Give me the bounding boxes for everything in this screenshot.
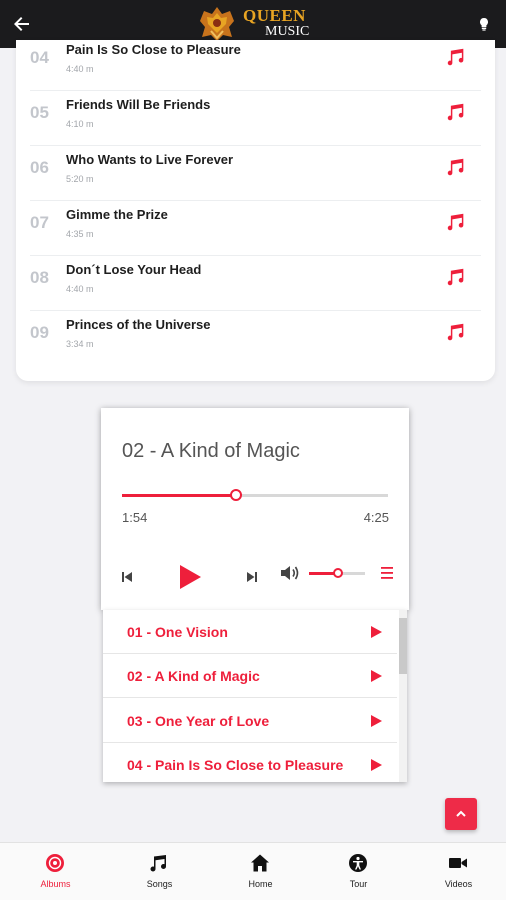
music-note-icon[interactable] xyxy=(445,46,467,68)
seek-bar-progress xyxy=(122,494,237,497)
track-number: 08 xyxy=(30,268,49,287)
playlist-menu-icon[interactable] xyxy=(380,566,394,580)
track-duration: 4:35 m xyxy=(66,229,94,239)
album-tracklist-card: 04 Pain Is So Close to Pleasure 4:40 m 0… xyxy=(16,40,495,381)
track-duration: 4:40 m xyxy=(66,284,94,294)
nav-songs[interactable]: Songs xyxy=(109,843,210,900)
playlist-item-label: 01 - One Vision xyxy=(127,624,228,640)
playlist-item[interactable]: 03 - One Year of Love xyxy=(103,699,397,743)
volume-icon[interactable] xyxy=(280,565,300,581)
nav-label: Home xyxy=(248,879,273,889)
track-duration: 4:10 m xyxy=(66,119,94,129)
track-title: Gimme the Prize xyxy=(66,207,168,222)
volume-slider-handle[interactable] xyxy=(333,568,344,578)
music-note-icon[interactable] xyxy=(445,101,467,123)
track-number: 06 xyxy=(30,158,49,177)
track-duration: 4:40 m xyxy=(66,64,94,74)
track-title: Pain Is So Close to Pleasure xyxy=(66,42,241,57)
nav-home[interactable]: Home xyxy=(210,843,311,900)
play-icon[interactable] xyxy=(369,669,383,683)
nav-albums[interactable]: Albums xyxy=(5,843,106,900)
track-row[interactable]: 09 Princes of the Universe 3:34 m xyxy=(30,311,481,366)
now-playing-title: 02 - A Kind of Magic xyxy=(122,440,300,462)
seek-bar-handle[interactable] xyxy=(230,489,243,501)
play-icon[interactable] xyxy=(369,758,383,772)
seek-bar[interactable] xyxy=(122,489,388,501)
tour-person-icon xyxy=(349,854,367,872)
track-number: 05 xyxy=(30,103,49,122)
track-duration: 3:34 m xyxy=(66,339,94,349)
next-track-icon[interactable] xyxy=(246,571,258,583)
play-icon[interactable] xyxy=(369,625,383,639)
play-icon[interactable] xyxy=(177,563,203,591)
track-number: 09 xyxy=(30,323,49,342)
nav-label: Tour xyxy=(349,879,368,889)
playlist-scrollbar[interactable] xyxy=(399,610,407,782)
track-row[interactable]: 06 Who Wants to Live Forever 5:20 m xyxy=(30,146,481,201)
playlist-item-label: 04 - Pain Is So Close to Pleasure xyxy=(127,757,344,773)
logo-line-queen: QUEEN xyxy=(243,6,306,25)
track-duration: 5:20 m xyxy=(66,174,94,184)
back-arrow-icon[interactable] xyxy=(10,12,34,36)
track-row[interactable]: 08 Don´t Lose Your Head 4:40 m xyxy=(30,256,481,311)
track-number: 04 xyxy=(30,48,49,67)
nav-videos[interactable]: Videos xyxy=(408,843,506,900)
bottom-navigation: Albums Songs Home Tour Videos xyxy=(0,842,506,900)
nav-label: Albums xyxy=(40,879,71,889)
volume-slider[interactable] xyxy=(309,568,365,578)
track-title: Friends Will Be Friends xyxy=(66,97,211,112)
playlist-scrollbar-thumb[interactable] xyxy=(399,618,407,674)
current-time: 1:54 xyxy=(122,510,148,525)
playlist-item[interactable]: 01 - One Vision xyxy=(103,610,397,654)
track-row[interactable]: 04 Pain Is So Close to Pleasure 4:40 m xyxy=(30,36,481,91)
music-note-icon xyxy=(150,855,166,872)
lightbulb-icon[interactable] xyxy=(472,12,496,36)
track-title: Princes of the Universe xyxy=(66,317,211,332)
track-number: 07 xyxy=(30,213,49,232)
playlist-item-label: 03 - One Year of Love xyxy=(127,713,270,729)
album-disc-icon xyxy=(46,854,64,872)
track-title: Don´t Lose Your Head xyxy=(66,262,202,277)
playlist-panel: 01 - One Vision 02 - A Kind of Magic 03 … xyxy=(103,610,407,782)
nav-label: Songs xyxy=(146,879,173,889)
music-note-icon[interactable] xyxy=(445,211,467,233)
previous-track-icon[interactable] xyxy=(121,571,133,583)
track-row[interactable]: 07 Gimme the Prize 4:35 m xyxy=(30,201,481,256)
music-note-icon[interactable] xyxy=(445,321,467,343)
total-time: 4:25 xyxy=(363,510,389,525)
music-note-icon[interactable] xyxy=(445,266,467,288)
track-title: Who Wants to Live Forever xyxy=(66,152,234,167)
music-note-icon[interactable] xyxy=(445,156,467,178)
home-icon xyxy=(251,854,269,872)
track-row[interactable]: 05 Friends Will Be Friends 4:10 m xyxy=(30,91,481,146)
playlist-item[interactable]: 04 - Pain Is So Close to Pleasure xyxy=(103,743,397,782)
video-camera-icon xyxy=(449,858,467,868)
playlist-item[interactable]: 02 - A Kind of Magic xyxy=(103,654,397,698)
playlist-item-label: 02 - A Kind of Magic xyxy=(127,668,260,684)
chevron-up-icon xyxy=(456,810,466,817)
play-icon[interactable] xyxy=(369,714,383,728)
scroll-to-top-button[interactable] xyxy=(445,798,477,830)
nav-tour[interactable]: Tour xyxy=(308,843,409,900)
audio-player: 02 - A Kind of Magic 1:54 4:25 xyxy=(101,408,409,610)
nav-label: Videos xyxy=(444,879,473,889)
